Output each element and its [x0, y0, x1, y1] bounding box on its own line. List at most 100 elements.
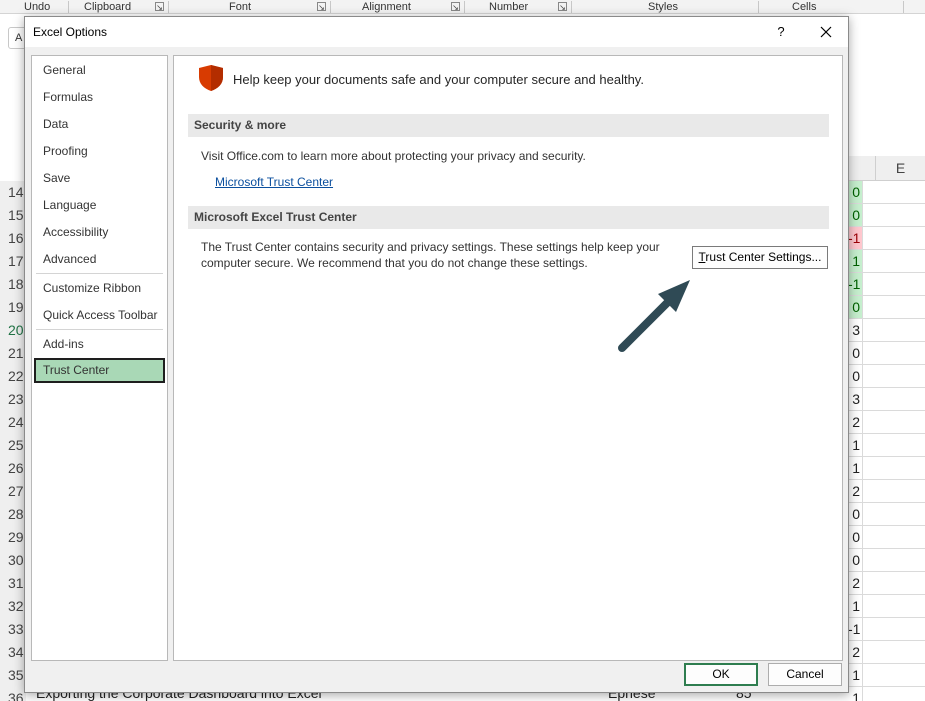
nav-item-formulas[interactable]: Formulas — [34, 85, 165, 110]
nav-item-quick-access-toolbar[interactable]: Quick Access Toolbar — [34, 303, 165, 328]
cell-d[interactable]: 2 — [848, 411, 862, 434]
cell-e[interactable] — [862, 250, 925, 273]
row-header[interactable]: 25 — [0, 434, 26, 457]
row-header[interactable]: 27 — [0, 480, 26, 503]
row-header[interactable]: 17 — [0, 250, 26, 273]
cell-e[interactable] — [862, 273, 925, 296]
cell-e[interactable] — [862, 204, 925, 227]
cell-d[interactable]: 2 — [848, 572, 862, 595]
cell-d[interactable]: 1 — [848, 434, 862, 457]
cell-d[interactable]: 0 — [848, 549, 862, 572]
column-header-d[interactable] — [848, 156, 876, 181]
dialog-launcher-icon[interactable]: ↘ — [558, 2, 567, 12]
cell-d[interactable]: 1 — [848, 457, 862, 480]
row-header[interactable]: 33 — [0, 618, 26, 641]
cell-d[interactable]: 2 — [848, 641, 862, 664]
cell-e[interactable] — [862, 480, 925, 503]
row-title-cell[interactable]: Exporting the Corporate Dashboard into E… — [36, 692, 322, 701]
row-header[interactable]: 18 — [0, 273, 26, 296]
row-header[interactable]: 23 — [0, 388, 26, 411]
nav-item-proofing[interactable]: Proofing — [34, 139, 165, 164]
row-header[interactable]: 24 — [0, 411, 26, 434]
cell-e[interactable] — [862, 319, 925, 342]
row-header[interactable]: 19 — [0, 296, 26, 319]
row-header[interactable]: 34 — [0, 641, 26, 664]
nav-item-customize-ribbon[interactable]: Customize Ribbon — [34, 276, 165, 301]
row-header[interactable]: 29 — [0, 526, 26, 549]
row-header[interactable]: 30 — [0, 549, 26, 572]
cell-d[interactable]: 3 — [848, 388, 862, 411]
trust-center-panel: Help keep your documents safe and your c… — [173, 55, 843, 661]
cell-d[interactable]: 1 — [848, 595, 862, 618]
row-header[interactable]: 35 — [0, 664, 26, 687]
cell-e[interactable] — [862, 549, 925, 572]
nav-item-add-ins[interactable]: Add-ins — [34, 332, 165, 357]
column-header-e[interactable]: E — [876, 156, 925, 181]
row-header[interactable]: 36 — [0, 687, 26, 701]
ok-button[interactable]: OK — [684, 663, 758, 686]
row-header[interactable]: 20 — [0, 319, 26, 342]
cell-d[interactable]: 0 — [848, 204, 862, 227]
cell-d[interactable]: 0 — [848, 526, 862, 549]
row-header[interactable]: 26 — [0, 457, 26, 480]
nav-item-save[interactable]: Save — [34, 166, 165, 191]
cell-e[interactable] — [862, 503, 925, 526]
dialog-title: Excel Options — [33, 25, 108, 39]
nav-item-language[interactable]: Language — [34, 193, 165, 218]
row-header[interactable]: 22 — [0, 365, 26, 388]
cell-d[interactable]: 0 — [848, 296, 862, 319]
cell-e[interactable] — [862, 365, 925, 388]
cell-e[interactable] — [862, 434, 925, 457]
dialog-launcher-icon[interactable]: ↘ — [317, 2, 326, 12]
row-cell[interactable]: 85 — [736, 692, 752, 701]
dialog-launcher-icon[interactable]: ↘ — [451, 2, 460, 12]
dialog-launcher-icon[interactable]: ↘ — [155, 2, 164, 12]
row-header[interactable]: 15 — [0, 204, 26, 227]
cell-d[interactable]: 3 — [848, 319, 862, 342]
trust-center-settings-button[interactable]: Trust Center Settings... — [692, 246, 828, 269]
row-header[interactable]: 21 — [0, 342, 26, 365]
row-header[interactable]: 16 — [0, 227, 26, 250]
cell-e[interactable] — [862, 181, 925, 204]
row-header[interactable]: 14 — [0, 181, 26, 204]
row-header[interactable]: 28 — [0, 503, 26, 526]
nav-item-accessibility[interactable]: Accessibility — [34, 220, 165, 245]
cell-e[interactable] — [862, 618, 925, 641]
cell-e[interactable] — [862, 572, 925, 595]
close-icon — [820, 26, 832, 38]
cell-e[interactable] — [862, 411, 925, 434]
cancel-button[interactable]: Cancel — [768, 663, 842, 686]
microsoft-trust-center-link[interactable]: Microsoft Trust Center — [215, 175, 333, 189]
cell-d[interactable]: 0 — [848, 342, 862, 365]
cell-d[interactable]: 1 — [848, 664, 862, 687]
ribbon-group-cells: Cells — [792, 1, 817, 13]
row-header[interactable]: 31 — [0, 572, 26, 595]
row-header[interactable]: 32 — [0, 595, 26, 618]
dialog-title-bar[interactable]: Excel Options ? — [25, 17, 848, 47]
nav-item-trust-center[interactable]: Trust Center — [34, 358, 165, 383]
cell-d[interactable]: -1 — [848, 227, 862, 250]
nav-item-data[interactable]: Data — [34, 112, 165, 137]
cell-e[interactable] — [862, 296, 925, 319]
nav-item-general[interactable]: General — [34, 58, 165, 83]
row-cell[interactable]: Ephese — [608, 692, 655, 701]
cell-d[interactable]: 0 — [848, 365, 862, 388]
cell-d[interactable]: -1 — [848, 273, 862, 296]
cell-e[interactable] — [862, 664, 925, 687]
cell-e[interactable] — [862, 687, 925, 701]
help-button[interactable]: ? — [769, 22, 793, 42]
cell-e[interactable] — [862, 457, 925, 480]
nav-item-advanced[interactable]: Advanced — [34, 247, 165, 272]
cell-d[interactable]: 1 — [848, 250, 862, 273]
cell-d[interactable]: 0 — [848, 503, 862, 526]
cell-e[interactable] — [862, 388, 925, 411]
cell-d[interactable]: -1 — [848, 618, 862, 641]
cell-d[interactable]: 0 — [848, 181, 862, 204]
cell-e[interactable] — [862, 595, 925, 618]
cell-e[interactable] — [862, 227, 925, 250]
cell-e[interactable] — [862, 641, 925, 664]
cell-e[interactable] — [862, 526, 925, 549]
close-button[interactable] — [814, 22, 838, 42]
cell-e[interactable] — [862, 342, 925, 365]
cell-d[interactable]: 2 — [848, 480, 862, 503]
